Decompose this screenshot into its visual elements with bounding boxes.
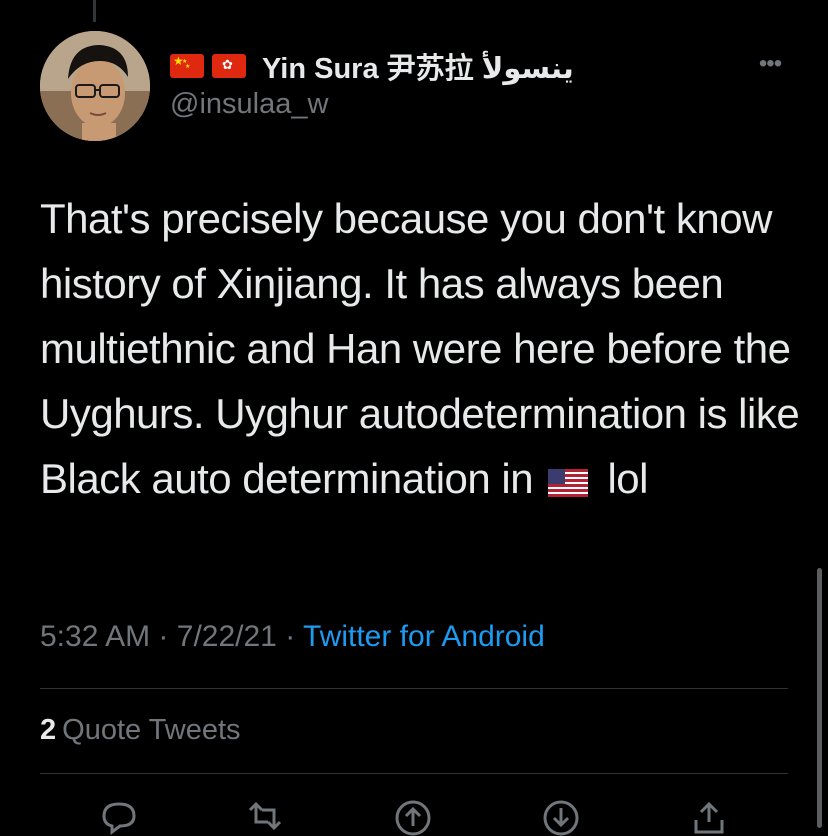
tweet-text-end: lol (607, 455, 648, 502)
tweet-text-body: That's precisely because you don't know … (40, 195, 800, 502)
tweet-text: That's precisely because you don't know … (40, 186, 810, 511)
divider (40, 688, 788, 689)
share-icon[interactable] (688, 796, 730, 836)
china-flag-icon: ★ ★ ★ (170, 54, 204, 78)
retweet-icon[interactable] (244, 796, 286, 836)
meta-separator-2: · (285, 620, 296, 653)
divider-2 (40, 773, 788, 774)
author-name-chinese: 尹苏拉 (386, 53, 474, 85)
author-name-latin: Yin Sura (262, 53, 379, 85)
author-name-arabic: ينسولأ (481, 53, 574, 85)
quote-label: Quote Tweets (62, 714, 241, 746)
tweet-date[interactable]: 7/22/21 (177, 620, 277, 653)
author-display-name: Yin Sura 尹苏拉 ينسولأ (262, 45, 574, 87)
author-name-row[interactable]: ★ ★ ★ ✿ Yin Sura 尹苏拉 ينسولأ (170, 46, 574, 86)
author-handle[interactable]: @insulaa_w (170, 88, 574, 121)
avatar-image (40, 31, 150, 141)
quote-tweets-link[interactable]: 2 Quote Tweets (40, 714, 241, 747)
quote-count: 2 (40, 714, 57, 746)
tweet-source-link[interactable]: Twitter for Android (303, 620, 545, 653)
avatar[interactable] (40, 31, 150, 141)
scrollbar[interactable] (817, 568, 822, 828)
thread-connector-line (93, 0, 96, 22)
reply-icon[interactable] (98, 796, 140, 836)
meta-separator: · (158, 620, 169, 653)
upvote-icon[interactable] (392, 796, 434, 836)
tweet-meta: 5:32 AM · 7/22/21 · Twitter for Android (40, 620, 545, 654)
more-options-icon[interactable]: ••• (752, 52, 788, 78)
us-flag-icon (548, 469, 589, 497)
downvote-icon[interactable] (540, 796, 582, 836)
tweet-header: ★ ★ ★ ✿ Yin Sura 尹苏拉 ينسولأ @insulaa_w (170, 46, 574, 121)
tweet-time[interactable]: 5:32 AM (40, 620, 150, 653)
hong-kong-flag-icon: ✿ (212, 54, 246, 78)
